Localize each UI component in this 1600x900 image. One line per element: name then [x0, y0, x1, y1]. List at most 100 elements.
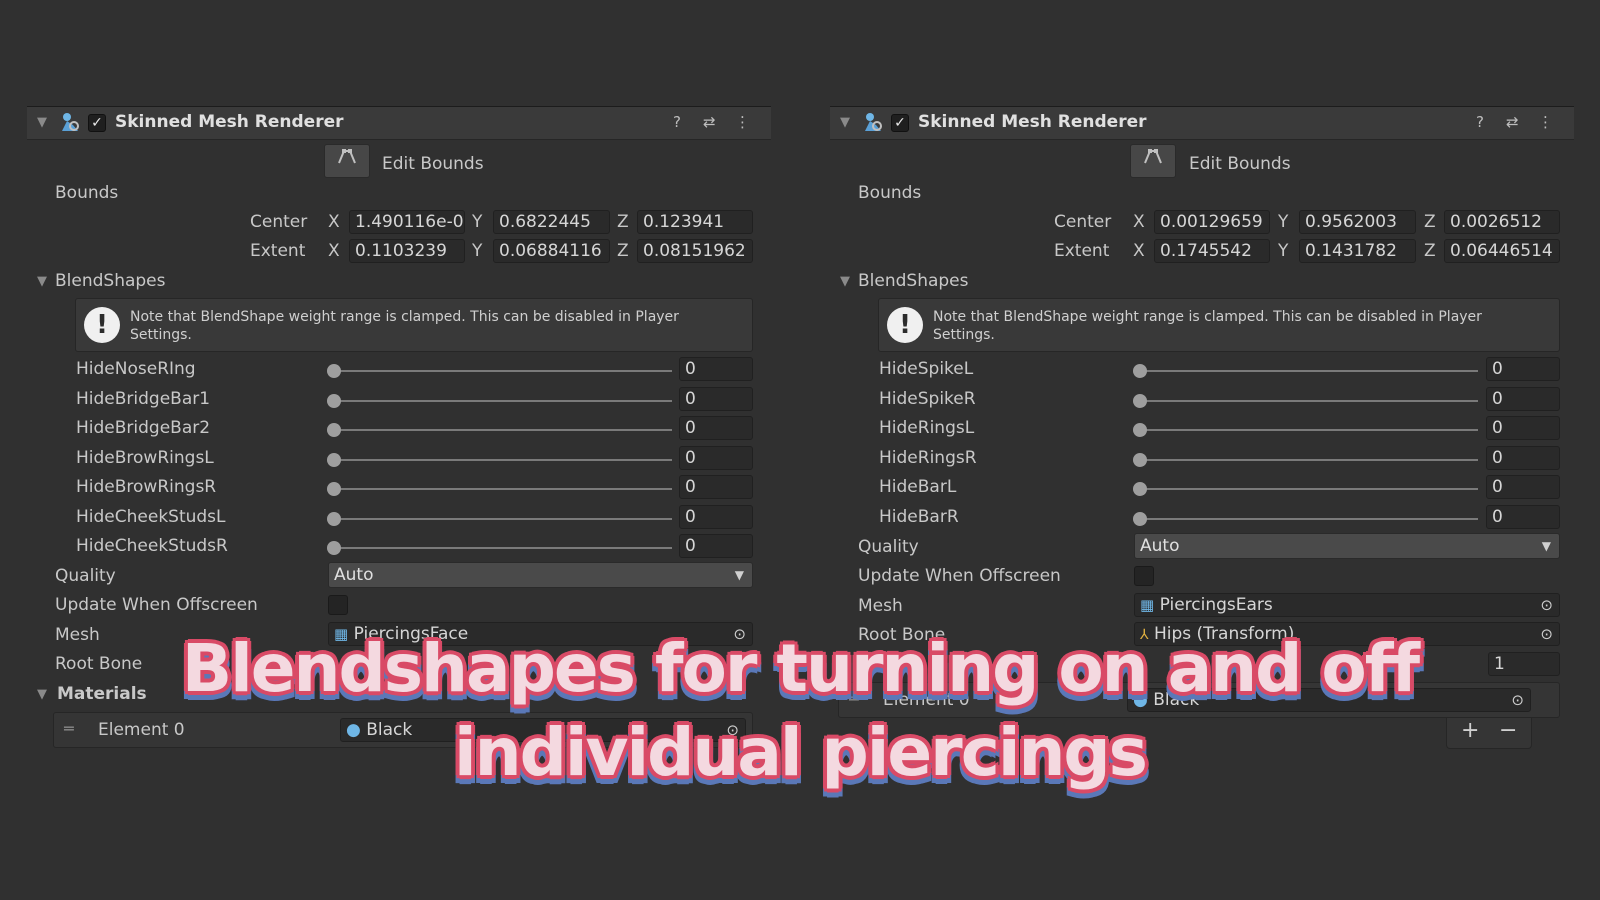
- blendshape-slider-track[interactable]: [1140, 400, 1478, 402]
- more-menu-icon[interactable]: ⋮: [1538, 113, 1553, 131]
- blendshape-slider-track[interactable]: [1140, 459, 1478, 461]
- extent-z-field[interactable]: 0.06446514: [1444, 239, 1560, 263]
- extent-label: Extent: [1054, 241, 1110, 261]
- edit-bounds-button[interactable]: [324, 144, 370, 178]
- edit-bounds-icon: [338, 149, 356, 164]
- fold-arrow-icon[interactable]: ▼: [840, 115, 850, 130]
- blendshape-value-field[interactable]: 0: [1486, 446, 1560, 470]
- blendshape-slider-track[interactable]: [334, 459, 672, 461]
- blendshape-value-field[interactable]: 0: [679, 357, 753, 381]
- extent-z-field[interactable]: 0.08151962: [637, 239, 753, 263]
- caption-line2: individual piercings: [454, 714, 1148, 791]
- quality-value: Auto: [334, 565, 374, 585]
- component-header[interactable]: ▼ ✓ Skinned Mesh Renderer ? ⇄ ⋮: [27, 106, 771, 140]
- clamp-warning-box: ! Note that BlendShape weight range is c…: [75, 298, 753, 352]
- blendshape-slider-track[interactable]: [1140, 429, 1478, 431]
- blendshape-value-field[interactable]: 0: [679, 505, 753, 529]
- blendshape-value-field[interactable]: 0: [1486, 505, 1560, 529]
- enabled-checkbox[interactable]: ✓: [891, 114, 909, 132]
- enabled-checkbox[interactable]: ✓: [88, 114, 106, 132]
- quality-dropdown[interactable]: Auto ▼: [1134, 533, 1560, 559]
- blendshape-slider-track[interactable]: [334, 488, 672, 490]
- center-label: Center: [250, 212, 308, 232]
- preset-icon[interactable]: ⇄: [703, 113, 716, 131]
- warning-text-line2: Settings.: [130, 327, 192, 343]
- quality-label: Quality: [55, 566, 116, 586]
- center-z-axis-label: Z: [617, 212, 629, 232]
- blendshape-slider-handle[interactable]: [1133, 423, 1147, 437]
- blendshape-value-field[interactable]: 0: [679, 475, 753, 499]
- blendshape-slider-handle[interactable]: [327, 512, 341, 526]
- blendshape-slider-track[interactable]: [334, 429, 672, 431]
- blendshapes-fold-icon[interactable]: ▼: [37, 274, 47, 289]
- blendshape-slider-handle[interactable]: [327, 364, 341, 378]
- extent-y-field[interactable]: 0.1431782: [1299, 239, 1416, 263]
- quality-dropdown[interactable]: Auto ▼: [328, 562, 753, 588]
- blendshape-slider-track[interactable]: [1140, 370, 1478, 372]
- object-picker-icon[interactable]: ⊙: [1540, 594, 1553, 616]
- blendshape-slider-handle[interactable]: [1133, 453, 1147, 467]
- more-menu-icon[interactable]: ⋮: [735, 113, 750, 131]
- blendshape-slider-handle[interactable]: [327, 423, 341, 437]
- blendshape-slider-track[interactable]: [1140, 488, 1478, 490]
- blendshape-row: HideBarL 0: [830, 475, 1574, 505]
- blendshape-value-field[interactable]: 0: [679, 387, 753, 411]
- bounds-label: Bounds: [858, 183, 922, 203]
- fold-arrow-icon[interactable]: ▼: [37, 115, 47, 130]
- update-offscreen-checkbox[interactable]: [1134, 566, 1154, 586]
- component-title: Skinned Mesh Renderer: [115, 112, 344, 132]
- blendshape-slider-track[interactable]: [334, 547, 672, 549]
- center-x-field[interactable]: 0.00129659: [1154, 210, 1270, 234]
- blendshape-value-field[interactable]: 0: [679, 446, 753, 470]
- blendshapes-fold-icon[interactable]: ▼: [840, 274, 850, 289]
- blendshape-slider-handle[interactable]: [327, 482, 341, 496]
- blendshape-slider-handle[interactable]: [327, 541, 341, 555]
- blendshape-slider-handle[interactable]: [1133, 394, 1147, 408]
- extent-y-axis-label: Y: [1278, 241, 1289, 261]
- blendshape-name: HideBrowRingsR: [76, 477, 217, 497]
- blendshape-value-field[interactable]: 0: [1486, 387, 1560, 411]
- extent-y-field[interactable]: 0.06884116: [493, 239, 610, 263]
- center-y-field[interactable]: 0.6822445: [493, 210, 610, 234]
- blendshape-slider-handle[interactable]: [1133, 482, 1147, 496]
- blendshapes-label[interactable]: BlendShapes: [55, 271, 166, 291]
- blendshape-value-field[interactable]: 0: [1486, 357, 1560, 381]
- blendshape-value-field[interactable]: 0: [679, 416, 753, 440]
- extent-x-field[interactable]: 0.1745542: [1154, 239, 1270, 263]
- blendshapes-label[interactable]: BlendShapes: [858, 271, 969, 291]
- blendshape-slider-track[interactable]: [334, 518, 672, 520]
- mesh-object-field[interactable]: ▦ PiercingsEars ⊙: [1134, 593, 1560, 617]
- edit-bounds-button[interactable]: [1130, 144, 1176, 178]
- center-z-field[interactable]: 0.0026512: [1444, 210, 1560, 234]
- blendshape-row: HideCheekStudsL 0: [27, 505, 771, 535]
- center-y-field[interactable]: 0.9562003: [1299, 210, 1416, 234]
- blendshape-name: HideNoseRIng: [76, 359, 196, 379]
- caption-line1: Blendshapes for turning on and off: [181, 630, 1420, 707]
- extent-x-field[interactable]: 0.1103239: [349, 239, 465, 263]
- warning-icon: !: [84, 307, 120, 343]
- bounds-label: Bounds: [55, 183, 119, 203]
- chevron-down-icon: ▼: [1541, 539, 1551, 553]
- center-z-field[interactable]: 0.123941: [637, 210, 753, 234]
- blendshape-row: HideSpikeL 0: [830, 357, 1574, 387]
- blendshape-slider-handle[interactable]: [1133, 512, 1147, 526]
- update-offscreen-checkbox[interactable]: [328, 595, 348, 615]
- help-icon[interactable]: ?: [1476, 113, 1484, 131]
- blendshape-slider-handle[interactable]: [1133, 364, 1147, 378]
- blendshape-slider-track[interactable]: [1140, 518, 1478, 520]
- mesh-value: PiercingsEars: [1159, 595, 1273, 615]
- blendshape-value-field[interactable]: 0: [1486, 475, 1560, 499]
- center-x-field[interactable]: 1.490116e-0: [349, 210, 465, 234]
- blendshape-value-field[interactable]: 0: [1486, 416, 1560, 440]
- component-header[interactable]: ▼ ✓ Skinned Mesh Renderer ? ⇄ ⋮: [830, 106, 1574, 140]
- preset-icon[interactable]: ⇄: [1506, 113, 1519, 131]
- blendshape-slider-handle[interactable]: [327, 453, 341, 467]
- blendshape-slider-handle[interactable]: [327, 394, 341, 408]
- blendshape-slider-track[interactable]: [334, 370, 672, 372]
- blendshape-value-field[interactable]: 0: [679, 534, 753, 558]
- center-x-axis-label: X: [328, 212, 340, 232]
- blendshape-slider-track[interactable]: [334, 400, 672, 402]
- edit-bounds-icon: [1144, 149, 1162, 164]
- help-icon[interactable]: ?: [673, 113, 681, 131]
- center-label: Center: [1054, 212, 1112, 232]
